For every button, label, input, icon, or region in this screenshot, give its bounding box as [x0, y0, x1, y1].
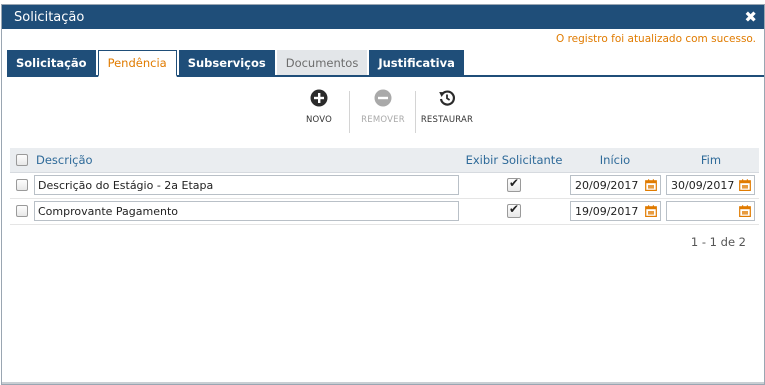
- start-date-value: 19/09/2017: [575, 204, 639, 218]
- row-select-checkbox[interactable]: [16, 205, 28, 217]
- tab-bar: Solicitação Pendência Subserviços Docume…: [7, 49, 764, 77]
- description-input[interactable]: Comprovante Pagamento: [34, 201, 459, 221]
- footer-divider: [2, 382, 764, 384]
- plus-circle-icon: [310, 89, 328, 107]
- success-message: O registro foi atualizado com sucesso.: [555, 33, 756, 45]
- tab-documentos: Documentos: [276, 50, 368, 75]
- restore-icon: [439, 90, 456, 106]
- end-date-input[interactable]: [666, 201, 755, 221]
- tab-justificativa[interactable]: Justificativa: [369, 50, 464, 75]
- end-date-input[interactable]: 30/09/2017: [666, 175, 755, 195]
- tab-pendencia[interactable]: Pendência: [97, 50, 177, 77]
- show-requester-checkbox[interactable]: [507, 176, 521, 192]
- new-button[interactable]: NOVO: [284, 89, 354, 125]
- table-row[interactable]: Comprovante Pagamento 19/09/2017: [10, 198, 759, 225]
- column-header-start[interactable]: Início: [567, 148, 663, 173]
- close-icon[interactable]: ✖: [744, 9, 757, 25]
- start-date-input[interactable]: 20/09/2017: [570, 175, 661, 195]
- new-button-label: NOVO: [305, 115, 333, 125]
- solicitacao-dialog: Solicitação ✖ O registro foi atualizado …: [1, 4, 765, 385]
- column-header-show-requester[interactable]: Exibir Solicitante: [461, 148, 567, 173]
- description-input[interactable]: Descrição do Estágio - 2a Etapa: [34, 175, 459, 195]
- select-all-cell: [10, 148, 34, 173]
- minus-circle-icon: [374, 89, 392, 107]
- pendencias-grid: Descrição Exibir Solicitante Início Fim …: [10, 148, 759, 225]
- column-header-end[interactable]: Fim: [663, 148, 759, 173]
- end-date-value: 30/09/2017: [671, 178, 735, 192]
- restore-button[interactable]: RESTAURAR: [412, 89, 482, 125]
- toolbar: NOVO REMOVER RESTAURAR: [2, 89, 764, 135]
- dialog-title: Solicitação: [14, 9, 85, 25]
- pagination-info: 1 - 1 de 2: [690, 235, 746, 249]
- column-header-description[interactable]: Descrição: [34, 148, 461, 173]
- grid-header-row: Descrição Exibir Solicitante Início Fim: [10, 148, 759, 173]
- calendar-icon[interactable]: [739, 205, 751, 217]
- calendar-icon[interactable]: [645, 205, 657, 217]
- calendar-icon[interactable]: [739, 179, 751, 191]
- row-select-checkbox[interactable]: [16, 179, 28, 191]
- remove-button: REMOVER: [348, 89, 418, 125]
- dialog-titlebar: Solicitação ✖: [2, 5, 764, 29]
- select-all-checkbox[interactable]: [16, 153, 28, 166]
- show-requester-checkbox[interactable]: [507, 202, 521, 218]
- restore-button-label: RESTAURAR: [420, 115, 474, 125]
- calendar-icon[interactable]: [645, 179, 657, 191]
- remove-button-label: REMOVER: [361, 115, 405, 125]
- table-row[interactable]: Descrição do Estágio - 2a Etapa 20/09/20…: [10, 172, 759, 199]
- start-date-input[interactable]: 19/09/2017: [570, 201, 661, 221]
- tab-solicitacao[interactable]: Solicitação: [7, 50, 96, 75]
- start-date-value: 20/09/2017: [575, 178, 639, 192]
- tab-subservicos[interactable]: Subserviços: [178, 50, 275, 75]
